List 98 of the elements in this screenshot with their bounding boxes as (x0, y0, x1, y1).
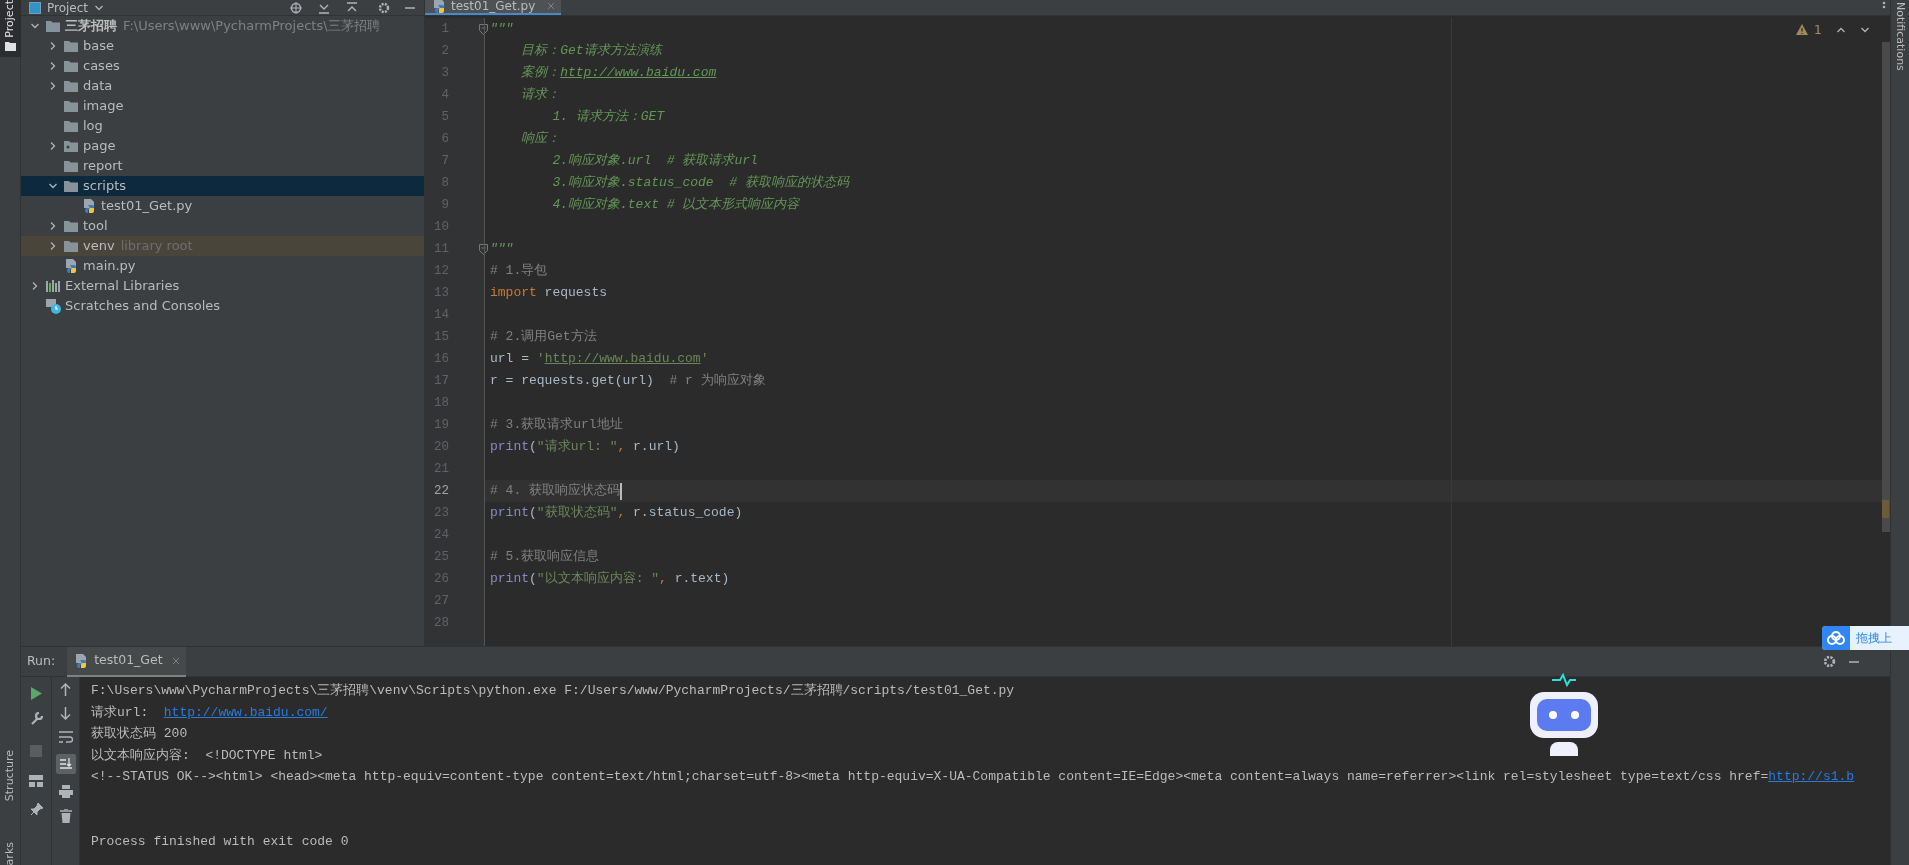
folder-icon (63, 119, 79, 133)
tree-item[interactable]: base (21, 36, 424, 56)
line-number: 22 (433, 482, 449, 500)
collapse-all-icon[interactable] (346, 1, 358, 14)
tree-item[interactable]: image (21, 96, 424, 116)
chevron-down-icon[interactable] (30, 21, 40, 31)
run-icon[interactable] (30, 687, 42, 700)
code-line: """ (490, 240, 514, 259)
scratches-icon (45, 298, 61, 314)
folder-icon (63, 159, 79, 173)
tree-item[interactable]: test01_Get.py (21, 196, 424, 216)
console-line: Process finished with exit code 0 (91, 832, 350, 851)
arrow-up-icon[interactable] (60, 683, 71, 696)
code-line: 案例：http://www.baidu.com (520, 64, 717, 83)
panel-title[interactable]: Project (47, 0, 89, 15)
print-icon[interactable] (58, 785, 73, 798)
chevron-right-icon[interactable] (48, 41, 58, 51)
settings-icon[interactable] (378, 1, 390, 14)
folder-icon (63, 219, 79, 233)
code-line: 1. 请求方法：GET (551, 108, 665, 127)
scrollbar-thumb[interactable] (1882, 42, 1890, 532)
stripe-tab[interactable]: Structure (1, 750, 19, 802)
tree-item[interactable]: main.py (21, 256, 424, 276)
folder-icon (63, 79, 79, 93)
python-file-icon (81, 198, 97, 214)
code-line: print("以文本响应内容: ", r.text) (490, 570, 730, 589)
chevron-right-icon[interactable] (48, 61, 58, 71)
code-line: # 3.获取请求url地址 (490, 416, 623, 435)
tree-item[interactable]: cases (21, 56, 424, 76)
code-line: print("请求url: ", r.url) (490, 438, 680, 457)
folder-icon (63, 59, 79, 73)
warning-icon[interactable] (1795, 24, 1808, 36)
code-line: # 5.获取响应信息 (490, 548, 600, 567)
code-line: # 1.导包 (490, 262, 548, 281)
project-icon (29, 1, 41, 14)
trash-icon[interactable] (59, 809, 72, 823)
project-stripe-tab[interactable]: Project (0, 0, 21, 57)
upload-badge[interactable]: 拖拽上 (1822, 626, 1909, 650)
libraries-icon (45, 278, 61, 294)
folder-icon (63, 179, 79, 193)
code-line: # 2.调用Get方法 (490, 328, 597, 347)
code-line: 4.响应对象.text # 以文本形式响应内容 (551, 196, 800, 215)
warning-count[interactable]: 1 (1813, 20, 1822, 40)
console-line: 以文本响应内容: <!DOCTYPE html> (91, 746, 324, 765)
run-label: Run: (27, 652, 56, 671)
console-line: <!--STATUS OK--><html> <head><meta http-equiv=content-type content=text/html;charset=utf-8><meta http-equiv=X-UA-Compatible content=IE=Edge><meta content=always name=referrer><link rel=stylesheet type=text/css href=http://s1.b (91, 768, 1856, 786)
tree-item[interactable]: scripts (21, 176, 424, 196)
chevron-right-icon[interactable] (48, 81, 58, 91)
robot-icon[interactable] (1528, 672, 1600, 758)
pin-icon[interactable] (29, 803, 43, 816)
chevron-right-icon[interactable] (48, 141, 58, 151)
tree-item[interactable]: Scratches and Consoles (21, 296, 424, 316)
cloud-icon (1827, 631, 1845, 645)
code-line: r = requests.get(url) # r 为响应对象 (490, 372, 766, 391)
locate-icon[interactable] (290, 1, 302, 14)
package-folder-icon (63, 139, 79, 153)
stripe-tab[interactable]: arks (1, 841, 19, 865)
scroll-to-end-icon[interactable] (55, 754, 76, 774)
notifications-stripe-tab[interactable]: Notifications (1891, 2, 1909, 71)
fold-icon[interactable] (479, 23, 488, 35)
arrow-down-icon[interactable] (60, 707, 71, 720)
chevron-right-icon[interactable] (48, 241, 58, 251)
editor-tab[interactable]: test01_Get.py (425, 0, 562, 15)
code-line: 3.响应对象.status_code # 获取响应的状态码 (551, 174, 849, 193)
code-line: 2.响应对象.url # 获取请求url (551, 152, 758, 171)
chevron-right-icon[interactable] (30, 281, 40, 291)
folder-icon (4, 41, 16, 51)
folder-icon (63, 39, 79, 53)
code-line: url = 'http://www.baidu.com' (490, 350, 709, 369)
console-line: 获取状态码 200 (91, 725, 189, 743)
code-line: 目标：Get请求方法演练 (520, 42, 662, 61)
code-line: print("获取状态码", r.status_code) (490, 504, 743, 523)
tree-item[interactable]: tool (21, 216, 424, 236)
tree-item[interactable]: page (21, 136, 424, 156)
run-tab[interactable]: test01_Get (67, 646, 186, 677)
tree-item[interactable]: log (21, 116, 424, 136)
code-line: 请求： (520, 86, 561, 105)
python-file-icon (431, 0, 447, 14)
code-line: 响应： (520, 130, 561, 149)
fold-icon[interactable] (479, 243, 488, 255)
tree-item[interactable]: External Libraries (21, 276, 424, 296)
code-line: import requests (490, 284, 608, 303)
console-line: 请求url: http://www.baidu.com/ (91, 703, 329, 722)
chevron-right-icon[interactable] (48, 221, 58, 231)
console-line: F:\Users\www\PycharmProjects\三茅招聘\venv\Scripts\python.exe F:/Users/www/PycharmProjects/三茅招聘/scripts/test01_Get.py (91, 682, 1016, 700)
layout-icon[interactable] (29, 775, 43, 787)
settings-icon[interactable] (1823, 655, 1836, 668)
folder-icon (45, 19, 61, 33)
code-line: # 4. 获取响应状态码 (490, 482, 620, 501)
chevron-down-icon[interactable] (48, 181, 58, 191)
tree-item[interactable]: report (21, 156, 424, 176)
python-file-icon (63, 258, 79, 274)
wrench-icon[interactable] (29, 712, 43, 725)
soft-wrap-icon[interactable] (58, 731, 73, 743)
folder-icon (63, 99, 79, 113)
tree-item[interactable]: data (21, 76, 424, 96)
folder-icon (63, 239, 79, 253)
code-line: """ (490, 20, 514, 39)
